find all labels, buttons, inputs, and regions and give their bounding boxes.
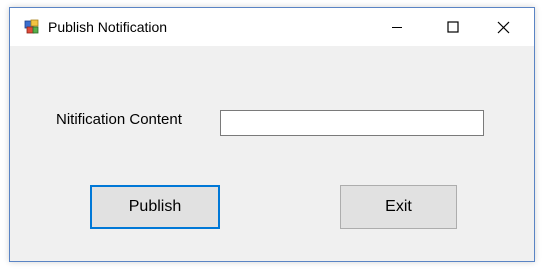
app-icon: [24, 19, 39, 34]
content-label: Nitification Content: [56, 111, 182, 128]
publish-notification-window: Publish Notification Nitification Conten…: [9, 7, 535, 262]
minimize-button[interactable]: [374, 8, 420, 46]
close-button[interactable]: [480, 8, 526, 46]
maximize-icon: [447, 21, 459, 33]
exit-button[interactable]: Exit: [340, 185, 457, 229]
close-icon: [497, 21, 509, 33]
title-bar[interactable]: Publish Notification: [10, 8, 534, 46]
minimize-icon: [392, 27, 402, 28]
publish-button-label: Publish: [128, 198, 182, 215]
notification-content-input[interactable]: [220, 110, 484, 136]
exit-button-label: Exit: [385, 198, 412, 215]
maximize-button[interactable]: [430, 8, 476, 46]
window-title: Publish Notification: [48, 19, 168, 35]
publish-button[interactable]: Publish: [90, 185, 220, 229]
